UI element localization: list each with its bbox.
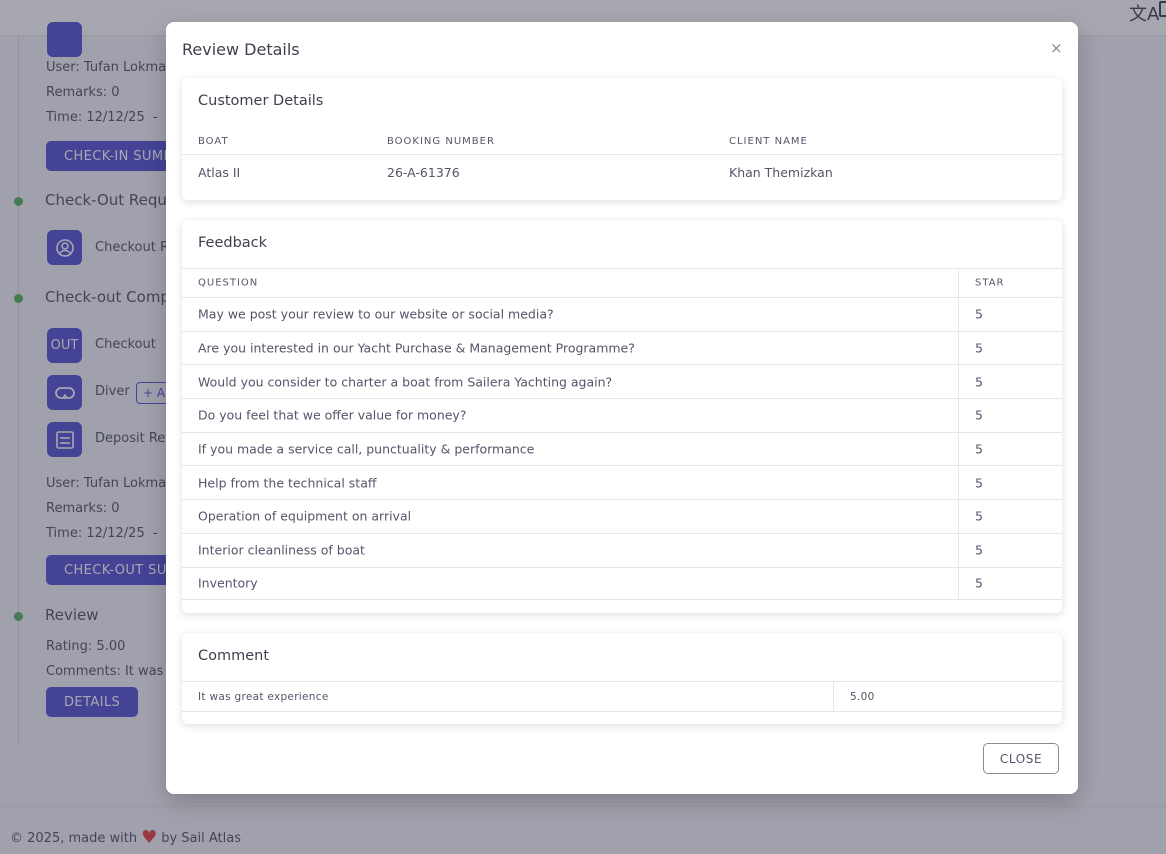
close-button[interactable]: CLOSE [983,743,1059,774]
customer-details-card: Customer Details BOAT BOOKING NUMBER CLI… [182,78,1062,200]
question-cell: Do you feel that we offer value for mone… [198,407,467,423]
comment-row: It was great experience 5.00 [182,681,1062,712]
client-name-header: CLIENT NAME [729,136,808,147]
feedback-table: QUESTION STAR May we post your review to… [182,268,1062,601]
table-row: Operation of equipment on arrival 5 [182,499,1062,533]
table-row: Inventory 5 [182,566,1062,601]
question-cell: May we post your review to our website o… [198,306,554,322]
question-header: QUESTION [198,277,259,289]
close-icon[interactable]: × [1050,39,1063,57]
comment-text: It was great experience [198,691,329,703]
question-cell: Operation of equipment on arrival [198,508,412,524]
booking-number-value: 26-A-61376 [387,165,460,180]
star-cell: 5 [975,542,983,558]
star-cell: 5 [975,575,983,591]
feedback-title: Feedback [198,235,268,251]
star-cell: 5 [975,441,983,457]
star-cell: 5 [975,306,983,322]
feedback-card: Feedback QUESTION STAR May we post your … [182,220,1062,613]
client-name-value: Khan Themizkan [729,165,833,180]
feedback-table-header: QUESTION STAR [182,268,1062,297]
boat-value: Atlas II [198,165,241,180]
question-cell: If you made a service call, punctuality … [198,441,535,457]
star-cell: 5 [975,407,983,423]
modal-title: Review Details [182,40,300,59]
comment-rating: 5.00 [850,691,875,703]
question-cell: Are you interested in our Yacht Purchase… [198,340,635,356]
review-details-modal: Review Details × Customer Details BOAT B… [166,22,1078,794]
question-cell: Interior cleanliness of boat [198,542,365,558]
comment-title: Comment [198,648,270,664]
question-cell: Would you consider to charter a boat fro… [198,374,613,390]
star-cell: 5 [975,340,983,356]
question-cell: Inventory [198,575,258,591]
table-row: Do you feel that we offer value for mone… [182,398,1062,432]
star-cell: 5 [975,475,983,491]
table-row: If you made a service call, punctuality … [182,431,1062,466]
star-cell: 5 [975,374,983,390]
star-cell: 5 [975,508,983,524]
table-row: Interior cleanliness of boat 5 [182,532,1062,567]
boat-header: BOAT [198,136,229,147]
table-row: May we post your review to our website o… [182,297,1062,331]
booking-number-header: BOOKING NUMBER [387,136,495,147]
comment-card: Comment It was great experience 5.00 [182,633,1062,724]
table-row: Are you interested in our Yacht Purchase… [182,330,1062,365]
table-row: Help from the technical staff 5 [182,465,1062,500]
table-row: Would you consider to charter a boat fro… [182,364,1062,399]
question-cell: Help from the technical staff [198,475,377,491]
customer-details-title: Customer Details [198,93,324,109]
star-header: STAR [975,277,1005,289]
customer-table-header: BOAT BOOKING NUMBER CLIENT NAME [182,134,1062,155]
